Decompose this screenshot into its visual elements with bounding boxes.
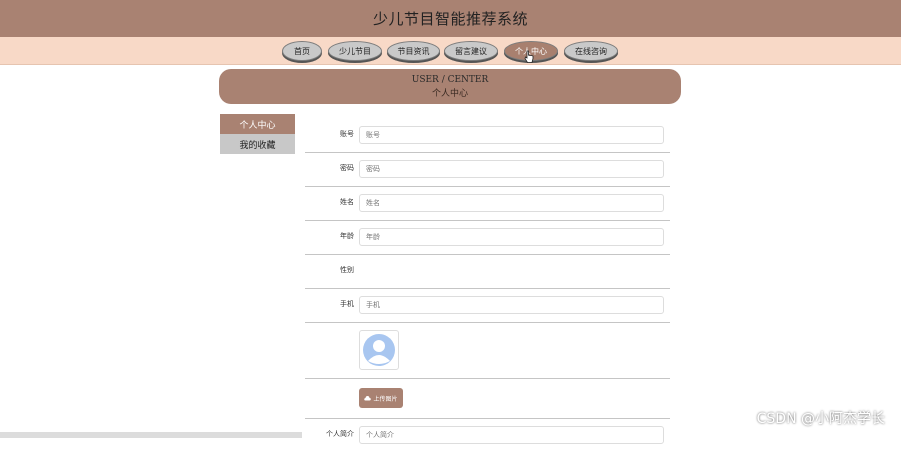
form-row-password: 密码 (305, 154, 670, 187)
cloud-upload-icon (364, 396, 372, 401)
form-row-avatar (305, 324, 670, 379)
nav-consult[interactable]: 在线咨询 (564, 41, 618, 61)
name-label: 姓名 (340, 198, 354, 206)
gender-label: 性别 (340, 266, 354, 274)
watermark: CSDN @小阿杰学长 (756, 411, 885, 427)
page-banner: USER / CENTER 个人中心 (219, 69, 681, 104)
form-row-upload: 上传图片 (305, 380, 670, 419)
account-input[interactable] (359, 126, 664, 144)
form-row-intro: 个人简介 (305, 420, 670, 452)
site-title: 少儿节目智能推荐系统 (372, 10, 528, 28)
name-input[interactable] (359, 194, 664, 212)
banner-title-en: USER / CENTER (411, 74, 489, 85)
age-label: 年龄 (340, 232, 354, 240)
nav-programs[interactable]: 少儿节目 (328, 41, 382, 61)
nav-bar: 首页 少儿节目 节目资讯 留言建议 个人中心 在线咨询 (0, 37, 901, 65)
upload-button-label: 上传图片 (373, 395, 398, 403)
hand-cursor-icon (524, 50, 534, 63)
password-input[interactable] (359, 160, 664, 178)
form-row-account: 账号 (305, 120, 670, 153)
phone-label: 手机 (340, 300, 354, 308)
nav-home[interactable]: 首页 (282, 41, 322, 61)
password-label: 密码 (340, 164, 354, 172)
form-row-gender: 性别 (305, 256, 670, 289)
account-label: 账号 (340, 130, 354, 138)
form-row-age: 年龄 (305, 222, 670, 255)
nav-feedback[interactable]: 留言建议 (444, 41, 498, 61)
sidebar-item-user-center[interactable]: 个人中心 (220, 114, 295, 134)
user-avatar-icon (363, 334, 395, 366)
sidebar-item-favorites[interactable]: 我的收藏 (220, 134, 295, 154)
avatar (359, 330, 399, 370)
phone-input[interactable] (359, 296, 664, 314)
intro-input[interactable] (359, 426, 664, 444)
nav-news[interactable]: 节目资讯 (387, 41, 440, 61)
form-row-phone: 手机 (305, 290, 670, 323)
browser-status-bar (0, 432, 302, 438)
header-bar: 少儿节目智能推荐系统 (0, 0, 901, 37)
form-row-name: 姓名 (305, 188, 670, 221)
sidebar: 个人中心 我的收藏 (220, 114, 295, 154)
age-input[interactable] (359, 228, 664, 246)
profile-form: 账号 密码 姓名 年龄 性别 手机 上传图片 (305, 120, 670, 453)
banner-title-cn: 个人中心 (431, 88, 468, 99)
upload-image-button[interactable]: 上传图片 (359, 388, 403, 408)
